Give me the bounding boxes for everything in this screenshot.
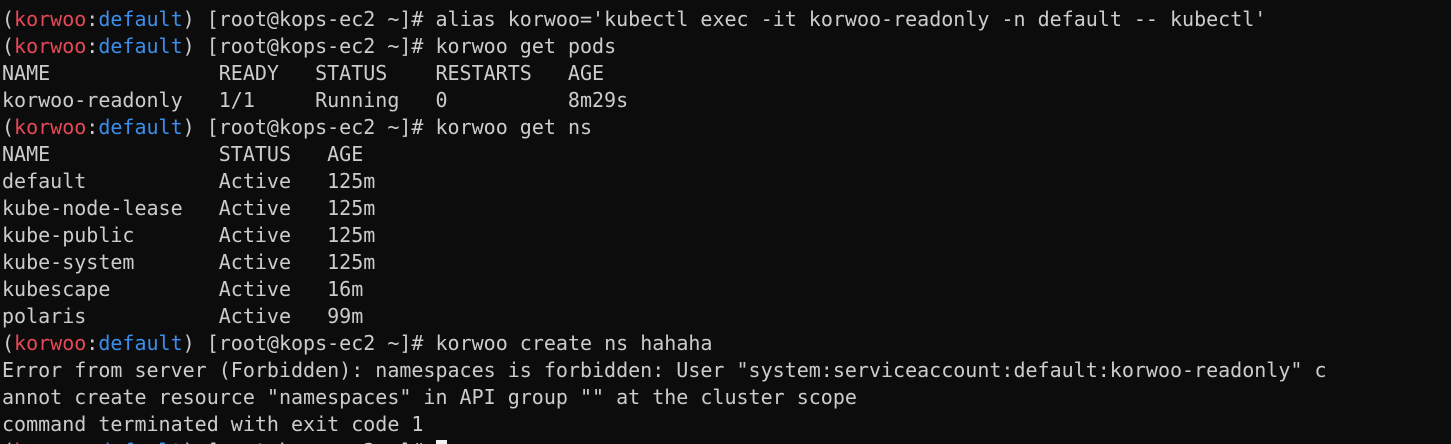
prompt-namespace: default: [98, 439, 182, 444]
prompt-paren: (: [2, 331, 15, 355]
prompt-context: korwoo: [14, 34, 87, 58]
command-text: korwoo create ns hahaha: [435, 331, 713, 355]
prompt-host: [root@kops-ec2 ~]#: [194, 34, 436, 58]
output-row: kubescape Active 16m: [2, 277, 364, 301]
output-header: NAME STATUS AGE: [2, 142, 364, 166]
current-prompt-line[interactable]: (korwoo:default) [root@kops-ec2 ~]#: [2, 438, 447, 444]
command-text: korwoo get ns: [435, 115, 593, 139]
output-row: polaris Active 99m: [2, 304, 364, 328]
prompt-separator: :: [86, 7, 99, 31]
output-row: kube-node-lease Active 125m: [2, 196, 376, 220]
prompt-host: [root@kops-ec2 ~]#: [194, 7, 436, 31]
error-line: Error from server (Forbidden): namespace…: [2, 358, 1327, 382]
prompt-context: korwoo: [14, 7, 87, 31]
exit-message: command terminated with exit code 1: [2, 412, 424, 436]
prompt-paren: ): [182, 115, 195, 139]
prompt-line: (korwoo:default) [root@kops-ec2 ~]# korw…: [2, 114, 1451, 141]
prompt-paren: ): [182, 7, 195, 31]
prompt-namespace: default: [98, 34, 183, 58]
text-cursor: [435, 440, 447, 444]
prompt-paren: (: [2, 115, 15, 139]
prompt-separator: :: [86, 439, 98, 444]
command-text: alias korwoo='kubectl exec -it korwoo-re…: [435, 7, 1267, 31]
prompt-host: [root@kops-ec2 ~]#: [195, 439, 436, 444]
prompt-paren: (: [2, 439, 14, 444]
prompt-separator: :: [86, 115, 99, 139]
prompt-namespace: default: [98, 115, 183, 139]
prompt-context: korwoo: [14, 115, 87, 139]
prompt-context: korwoo: [14, 331, 87, 355]
output-row: kube-public Active 125m: [2, 223, 376, 247]
prompt-line: (korwoo:default) [root@kops-ec2 ~]# alia…: [2, 6, 1451, 33]
prompt-paren: (: [2, 34, 15, 58]
prompt-line: (korwoo:default) [root@kops-ec2 ~]# korw…: [2, 330, 1451, 357]
prompt-paren: ): [183, 439, 195, 444]
prompt-paren: ): [182, 331, 195, 355]
output-row: kube-system Active 125m: [2, 250, 376, 274]
prompt-host: [root@kops-ec2 ~]#: [194, 115, 436, 139]
command-text: korwoo get pods: [435, 34, 617, 58]
output-row: korwoo-readonly 1/1 Running 0 8m29s: [2, 88, 629, 112]
prompt-paren: ): [182, 34, 195, 58]
terminal-window[interactable]: (korwoo:default) [root@kops-ec2 ~]# alia…: [0, 0, 1451, 444]
output-header: NAME READY STATUS RESTARTS AGE: [2, 61, 605, 85]
output-row: default Active 125m: [2, 169, 376, 193]
prompt-paren: (: [2, 7, 15, 31]
prompt-context: korwoo: [14, 439, 86, 444]
prompt-separator: :: [86, 34, 99, 58]
prompt-line: (korwoo:default) [root@kops-ec2 ~]# korw…: [2, 33, 1451, 60]
prompt-separator: :: [86, 331, 99, 355]
prompt-host: [root@kops-ec2 ~]#: [194, 331, 436, 355]
prompt-namespace: default: [98, 7, 183, 31]
error-line: annot create resource "namespaces" in AP…: [2, 385, 857, 409]
prompt-namespace: default: [98, 331, 183, 355]
